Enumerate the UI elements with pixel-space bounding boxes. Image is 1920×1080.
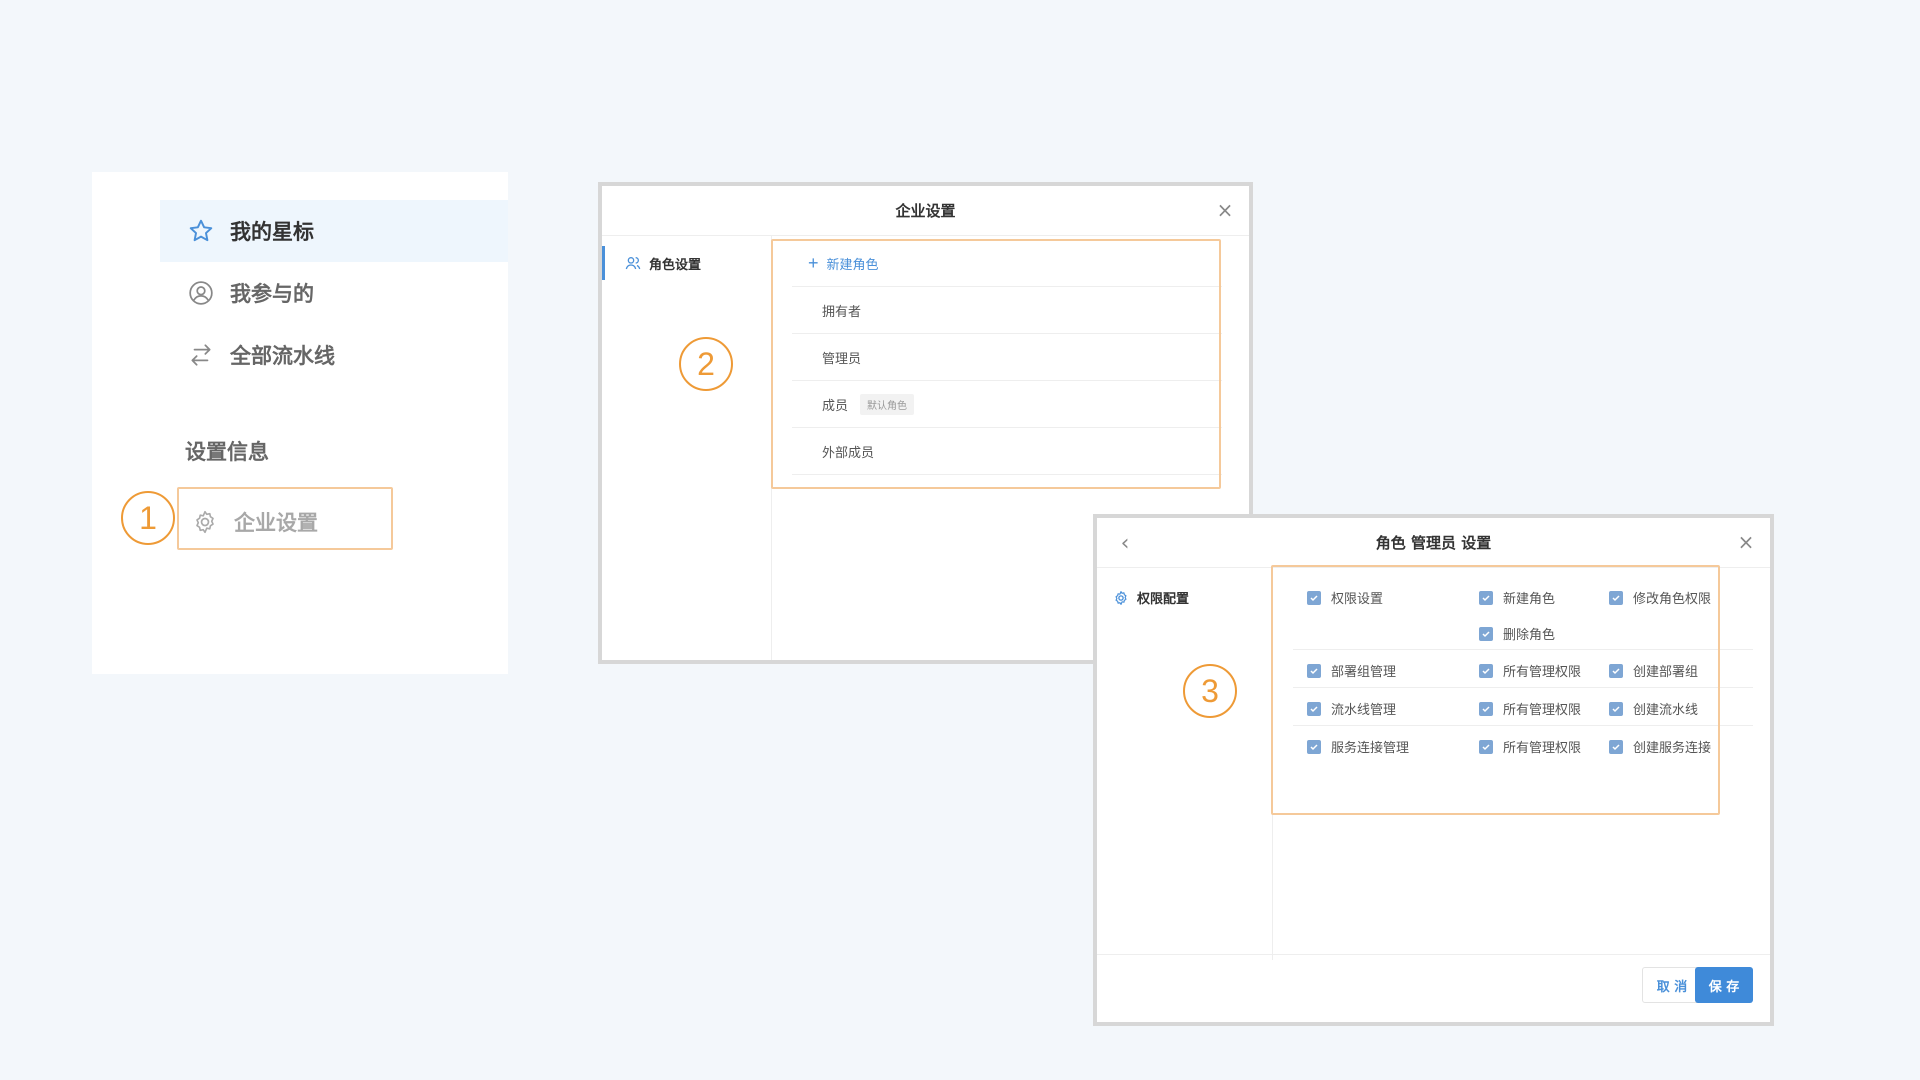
dialog-footer: 取 消 保 存 bbox=[1097, 954, 1770, 1022]
dialog-title: 企业设置 bbox=[602, 186, 1249, 236]
sidebar-item-all-pipelines[interactable]: 全部流水线 bbox=[160, 324, 508, 386]
sidebar-panel: 我的星标 我参与的 全部流水线 设置信息 企业设置 bbox=[92, 172, 508, 674]
nav-role-settings[interactable]: 角色设置 bbox=[602, 246, 772, 280]
nav-permission-config[interactable]: 权限配置 bbox=[1113, 588, 1189, 607]
user-circle-icon bbox=[186, 278, 216, 308]
nav-label: 角色设置 bbox=[649, 257, 702, 273]
sidebar-item-participated[interactable]: 我参与的 bbox=[160, 262, 508, 324]
highlight-permissions-grid bbox=[1271, 565, 1720, 815]
pipeline-arrows-icon bbox=[186, 340, 216, 370]
close-icon[interactable]: × bbox=[1215, 198, 1235, 222]
highlight-role-list bbox=[771, 239, 1221, 489]
step-badge-3: 3 bbox=[1183, 664, 1237, 718]
star-icon bbox=[186, 216, 216, 246]
nav-label: 权限配置 bbox=[1137, 592, 1190, 607]
back-icon[interactable]: ‹ bbox=[1115, 531, 1135, 556]
save-button[interactable]: 保 存 bbox=[1695, 967, 1753, 1003]
settings-section-title: 设置信息 bbox=[185, 440, 269, 464]
dialog-sidebar: 角色设置 bbox=[602, 236, 772, 660]
sidebar-item-label: 我的星标 bbox=[230, 220, 314, 244]
step-badge-1: 1 bbox=[121, 491, 175, 545]
sidebar-item-label: 全部流水线 bbox=[230, 344, 335, 368]
users-icon bbox=[625, 254, 643, 272]
sidebar-item-my-stars[interactable]: 我的星标 bbox=[160, 200, 508, 262]
highlight-enterprise-settings bbox=[177, 487, 393, 550]
dialog-title: 角色 管理员 设置 bbox=[1097, 518, 1770, 568]
step-badge-2: 2 bbox=[679, 337, 733, 391]
close-icon[interactable]: × bbox=[1736, 530, 1756, 554]
gear-icon bbox=[1113, 589, 1131, 607]
sidebar-item-label: 我参与的 bbox=[230, 282, 314, 306]
dialog-sidebar: 权限配置 bbox=[1097, 572, 1273, 960]
cancel-button[interactable]: 取 消 bbox=[1642, 967, 1702, 1003]
